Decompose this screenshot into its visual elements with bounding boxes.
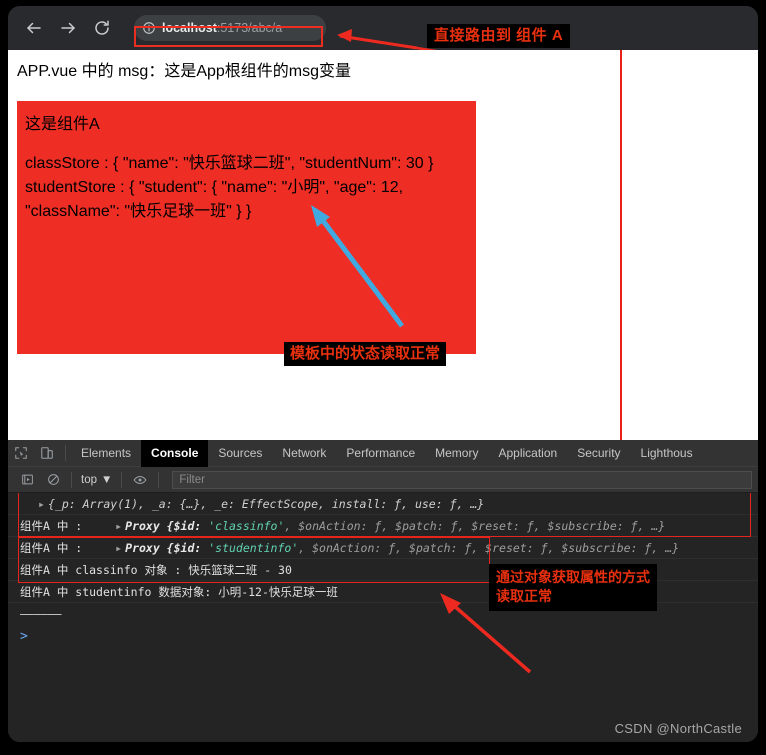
filterbar-divider-3	[158, 471, 160, 488]
component-a-panel: 这是组件A classStore : { "name": "快乐篮球二班", "…	[17, 101, 476, 367]
arrow-right-icon	[61, 22, 75, 34]
viewport-guide-line	[620, 50, 622, 440]
blue-annotation-arrow	[311, 205, 404, 328]
console-filter-bar: top ▼ Filter	[8, 467, 758, 493]
reload-button[interactable]	[88, 14, 116, 42]
console-row-text: {_p: Array(1), _a: {…}, _e: EffectScope,…	[48, 497, 485, 511]
annotation-console-line-2: 读取正常	[496, 587, 552, 604]
console-row-studentinfo-proxy[interactable]: 组件A 中 : ▸ Proxy {$id: 'studentinfo', $onA…	[8, 537, 758, 559]
info-circle-icon[interactable]	[142, 21, 156, 35]
console-row-text: 组件A 中 studentinfo 数据对象: 小明-12-快乐足球一班	[20, 585, 338, 599]
url-host: localhost	[162, 21, 217, 35]
eye-icon	[133, 475, 147, 484]
component-a-store-output: classStore : { "name": "快乐篮球二班", "studen…	[25, 152, 473, 224]
arrow-left-icon	[27, 22, 41, 34]
browser-toolbar: localhost:5173/abc/a	[8, 6, 758, 50]
inspect-element-button[interactable]	[8, 440, 34, 466]
proxy-suffix: , $onAction: ƒ, $patch: ƒ, $reset: ƒ, $s…	[284, 519, 666, 533]
watermark: CSDN @NorthCastle	[614, 721, 742, 736]
device-toolbar-button[interactable]	[34, 440, 60, 466]
student-store-line-1: studentStore : { "student": { "name": "小…	[25, 179, 404, 196]
proxy-id: 'classinfo'	[208, 519, 285, 533]
console-row-text: 组件A 中 classinfo 对象 : 快乐篮球二班 - 30	[20, 563, 292, 577]
execute-icon	[21, 474, 33, 485]
back-button[interactable]	[20, 14, 48, 42]
component-a-title: 这是组件A	[25, 116, 100, 133]
console-filter-input[interactable]: Filter	[172, 470, 752, 489]
console-prompt-row[interactable]: >	[8, 625, 758, 647]
console-prompt-caret: >	[20, 629, 28, 644]
console-row-label: 组件A 中 :	[20, 541, 83, 555]
browser-window: localhost:5173/abc/a 直接路由到 组件 A APP.vue …	[8, 6, 758, 742]
tab-lighthouse[interactable]: Lighthous	[631, 440, 703, 467]
device-toolbar-icon	[41, 447, 53, 459]
expand-arrow-icon[interactable]: ▸	[38, 493, 48, 515]
address-bar-url: localhost:5173/abc/a	[162, 21, 282, 35]
clear-console-button[interactable]	[40, 467, 66, 493]
console-row-app-object[interactable]: ▸ {_p: Array(1), _a: {…}, _e: EffectScope…	[8, 493, 758, 515]
console-row-object[interactable]: ▸ Proxy {$id: 'classinfo', $onAction: ƒ, …	[115, 515, 665, 537]
console-row-text: ——————	[20, 607, 62, 621]
tab-memory[interactable]: Memory	[425, 440, 488, 467]
class-store-line: classStore : { "name": "快乐篮球二班", "studen…	[25, 155, 434, 172]
console-context-label: top	[81, 473, 97, 486]
url-path: :5173/abc/a	[216, 21, 283, 35]
tab-application[interactable]: Application	[488, 440, 567, 467]
console-row-label: 组件A 中 :	[20, 519, 83, 533]
address-bar[interactable]: localhost:5173/abc/a	[134, 15, 326, 41]
page-viewport: APP.vue 中的 msg：这是App根组件的msg变量 这是组件A clas…	[8, 50, 758, 440]
tab-elements[interactable]: Elements	[71, 440, 141, 467]
tab-sources[interactable]: Sources	[208, 440, 272, 467]
annotation-top-right: 直接路由到 组件 A	[427, 24, 571, 49]
console-row-classinfo-proxy[interactable]: 组件A 中 : ▸ Proxy {$id: 'classinfo', $onAct…	[8, 515, 758, 537]
inspect-element-icon	[15, 447, 27, 459]
chevron-down-icon: ▼	[101, 473, 113, 486]
forward-button[interactable]	[54, 14, 82, 42]
app-msg-text: APP.vue 中的 msg：这是App根组件的msg变量	[17, 63, 352, 80]
annotation-console: 通过对象获取属性的方式 读取正常	[489, 564, 657, 611]
tab-security[interactable]: Security	[567, 440, 630, 467]
expand-arrow-icon[interactable]: ▸	[115, 537, 125, 559]
devtools-tabbar: Elements Console Sources Network Perform…	[8, 439, 758, 467]
live-expression-button[interactable]	[127, 467, 153, 493]
expand-arrow-icon[interactable]: ▸	[115, 515, 125, 537]
proxy-prefix: Proxy {$id:	[125, 541, 209, 555]
execute-button[interactable]	[14, 467, 40, 493]
annotation-console-line-1: 通过对象获取属性的方式	[496, 569, 650, 585]
tabbar-divider	[65, 445, 66, 461]
clear-console-icon	[47, 474, 59, 485]
annotation-in-page: 模板中的状态读取正常	[284, 342, 447, 367]
filterbar-divider-2	[121, 471, 123, 488]
proxy-prefix: Proxy {$id:	[125, 519, 209, 533]
console-output[interactable]: ▸ {_p: Array(1), _a: {…}, _e: EffectScope…	[8, 493, 758, 742]
tab-network[interactable]: Network	[272, 440, 336, 467]
tab-performance[interactable]: Performance	[336, 440, 425, 467]
filterbar-divider-1	[71, 471, 72, 488]
proxy-suffix: , $onAction: ƒ, $patch: ƒ, $reset: ƒ, $s…	[298, 541, 680, 555]
reload-icon	[95, 20, 109, 35]
tab-console[interactable]: Console	[141, 439, 209, 467]
console-context-selector[interactable]: top ▼	[77, 474, 116, 486]
console-row-object[interactable]: ▸ Proxy {$id: 'studentinfo', $onAction: ƒ…	[115, 537, 679, 559]
proxy-id: 'studentinfo'	[208, 541, 299, 555]
student-store-line-2: "className": "快乐足球一班" } }	[25, 203, 252, 220]
